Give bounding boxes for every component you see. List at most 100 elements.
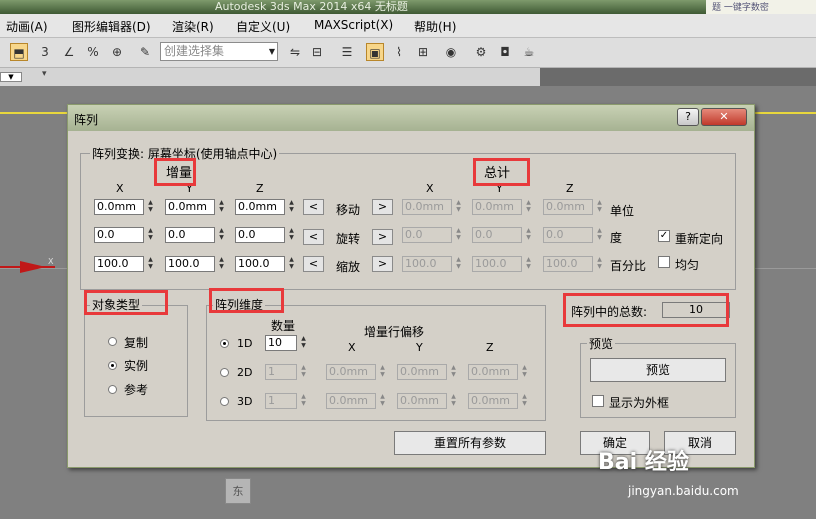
move-unit-label: 单位 (610, 204, 635, 218)
spinner-arrows-icon[interactable]: ▲ ▼ (378, 393, 387, 409)
move-right-arrow-button[interactable]: > (372, 199, 393, 215)
viewcube[interactable]: 东 (225, 478, 251, 504)
uniform-label: 均匀 (675, 258, 700, 272)
mirror-icon[interactable]: ⇋ (286, 43, 304, 61)
menu-help[interactable]: 帮助(H) (414, 18, 456, 35)
preview-button[interactable]: 预览 (590, 358, 726, 382)
close-button[interactable]: ✕ (701, 108, 747, 126)
spinner-arrows-icon[interactable]: ▲ ▼ (524, 256, 533, 272)
spinner-arrows-icon[interactable]: ▲ ▼ (299, 364, 308, 380)
show-as-box-label: 显示为外框 (609, 396, 670, 410)
snap-icon[interactable]: 3 (36, 43, 54, 61)
scale-label: 缩放 (336, 260, 361, 274)
offset-x-header: X (348, 341, 356, 354)
spinner-arrows-icon[interactable]: ▲ ▼ (595, 199, 604, 215)
spinner-arrows-icon[interactable]: ▲ ▼ (299, 393, 308, 409)
copy-radio[interactable] (108, 337, 117, 346)
instance-radio[interactable] (108, 361, 117, 370)
spinner-arrows-icon[interactable]: ▲ ▼ (449, 364, 458, 380)
spinner-arrows-icon[interactable]: ▲ ▼ (299, 335, 308, 351)
highlight-box-incremental (154, 158, 196, 186)
dialog-title: 阵列 (74, 113, 99, 127)
rotate-unit-label: 度 (610, 231, 623, 245)
instance-label: 实例 (124, 359, 149, 373)
spinner-arrows-icon[interactable]: ▲ ▼ (146, 256, 155, 272)
spinner-arrows-icon[interactable]: ▲ ▼ (524, 227, 533, 243)
menu-graph-editors[interactable]: 图形编辑器(D) (72, 18, 151, 35)
app-title-bar: Autodesk 3ds Max 2014 x64 无标题 题 一键字数密 (0, 0, 816, 14)
spinner-arrows-icon[interactable]: ▲ ▼ (217, 199, 226, 215)
dim-3d-radio[interactable] (220, 397, 229, 406)
help-button[interactable]: ? (677, 108, 699, 126)
spinner-arrows-icon[interactable]: ▲ ▼ (378, 364, 387, 380)
highlight-box-total-count (563, 293, 729, 327)
rotate-right-arrow-button[interactable]: > (372, 229, 393, 245)
menu-maxscript[interactable]: MAXScript(X) (314, 18, 393, 32)
schematic-view-icon[interactable]: ⊞ (414, 43, 432, 61)
show-as-box-checkbox[interactable] (592, 395, 604, 407)
chevron-down-icon: ▼ (268, 47, 275, 56)
spinner-arrows-icon[interactable]: ▲ ▼ (449, 393, 458, 409)
highlight-box-object-type (84, 290, 168, 315)
spinner-arrows-icon[interactable]: ▲ ▼ (595, 227, 604, 243)
reset-all-parameters-button[interactable]: 重置所有参数 (394, 431, 546, 455)
material-editor-icon[interactable]: ◉ (442, 43, 460, 61)
render-teapot-icon[interactable]: ☕ (520, 43, 538, 61)
spinner-arrows-icon[interactable]: ▲ ▼ (287, 227, 296, 243)
viewport-dropdown-icon[interactable]: ▼ (0, 72, 22, 82)
dim-1d-radio[interactable] (220, 339, 229, 348)
graphite-ribbon-icon[interactable]: ▣ (366, 43, 384, 61)
spinner-arrows-icon[interactable]: ▲ ▼ (520, 364, 529, 380)
spinner-arrows-icon[interactable]: ▲ ▼ (454, 227, 463, 243)
preview-group-label: 预览 (587, 335, 616, 352)
dropdown-arrow-icon[interactable]: ▾ (42, 69, 47, 79)
title-tag: 题 一键字数密 (706, 0, 816, 14)
menu-rendering[interactable]: 渲染(R) (172, 18, 214, 35)
baidu-watermark-url: jingyan.baidu.com (628, 484, 739, 498)
viewport-border (0, 112, 67, 114)
dim-2d-radio[interactable] (220, 368, 229, 377)
menu-bar: 动画(A) 图形编辑器(D) 渲染(R) 自定义(U) MAXScript(X)… (0, 14, 816, 38)
spinner-arrows-icon[interactable]: ▲ ▼ (146, 227, 155, 243)
spinner-arrows-icon[interactable]: ▲ ▼ (524, 199, 533, 215)
scale-right-arrow-button[interactable]: > (372, 256, 393, 272)
dialog-title-bar[interactable]: 阵列 ? ✕ (68, 105, 754, 131)
spinner-arrows-icon[interactable]: ▲ ▼ (454, 199, 463, 215)
angle-snap-icon[interactable]: ∠ (60, 43, 78, 61)
menu-animation[interactable]: 动画(A) (6, 18, 48, 35)
secondary-toolbar: ▼ ▾ (0, 68, 540, 86)
percent-snap-icon[interactable]: % (84, 43, 102, 61)
rotate-left-arrow-button[interactable]: < (303, 229, 324, 245)
spinner-arrows-icon[interactable]: ▲ ▼ (454, 256, 463, 272)
named-selection-set-dropdown[interactable]: 创建选择集 ▼ (160, 42, 278, 61)
spinner-arrows-icon[interactable]: ▲ ▼ (287, 199, 296, 215)
spinner-arrows-icon[interactable]: ▲ ▼ (217, 227, 226, 243)
uniform-checkbox[interactable] (658, 256, 670, 268)
menu-customize[interactable]: 自定义(U) (236, 18, 290, 35)
align-icon[interactable]: ⊟ (308, 43, 326, 61)
spinner-arrows-icon[interactable]: ▲ ▼ (595, 256, 604, 272)
reference-radio[interactable] (108, 385, 117, 394)
layer-manager-icon[interactable]: ☰ (338, 43, 356, 61)
curve-editor-icon[interactable]: ⌇ (390, 43, 408, 61)
rendered-frame-icon[interactable]: ◘ (496, 43, 514, 61)
spinner-snap-icon[interactable]: ⊕ (108, 43, 126, 61)
reorient-label: 重新定向 (675, 232, 724, 246)
total-axis-x-header: X (426, 182, 434, 195)
spinner-arrows-icon[interactable]: ▲ ▼ (146, 199, 155, 215)
select-filter-icon[interactable]: ⬒ (10, 43, 28, 61)
move-left-arrow-button[interactable]: < (303, 199, 324, 215)
spinner-arrows-icon[interactable]: ▲ ▼ (217, 256, 226, 272)
axis-z-header: Z (256, 182, 264, 195)
array-dialog: 阵列 ? ✕ 阵列变换: 屏幕坐标(使用轴点中心) 增量 总计 X Y Z X … (67, 104, 755, 468)
dim-2d-label: 2D (237, 366, 253, 379)
spinner-arrows-icon[interactable]: ▲ ▼ (520, 393, 529, 409)
edit-named-selection-icon[interactable]: ✎ (136, 43, 154, 61)
render-setup-icon[interactable]: ⚙ (472, 43, 490, 61)
spinner-arrows-icon[interactable]: ▲ ▼ (287, 256, 296, 272)
scale-left-arrow-button[interactable]: < (303, 256, 324, 272)
reorient-checkbox[interactable]: ✓ (658, 230, 670, 242)
highlight-box-totals (473, 158, 530, 186)
viewport-border (754, 112, 816, 114)
highlight-box-array-dims (209, 288, 284, 313)
